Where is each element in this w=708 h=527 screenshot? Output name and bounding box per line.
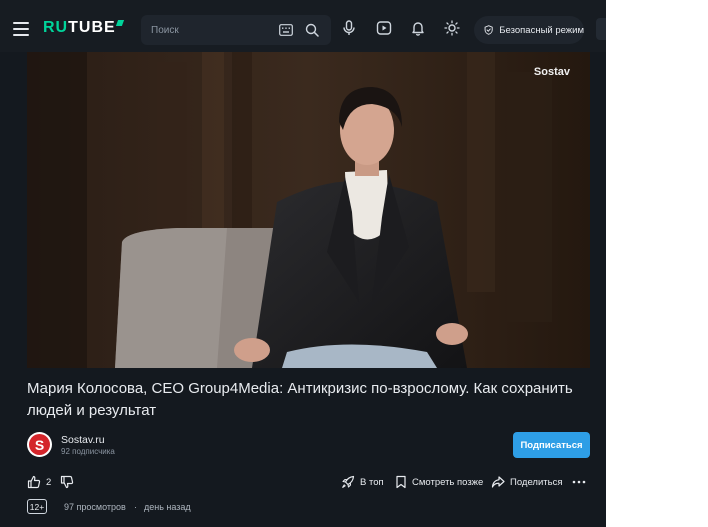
upload-icon[interactable] <box>376 20 392 36</box>
sun-icon[interactable] <box>444 20 460 36</box>
search-box <box>141 15 331 45</box>
player-watermark: Sostav <box>533 66 570 78</box>
thumbs-down-icon <box>60 475 74 489</box>
channel-name-link[interactable]: Sostav.ru <box>61 434 105 446</box>
video-title: Мария Колосова, CEO Group4Media: Антикри… <box>27 380 573 419</box>
publish-date: день назад <box>144 502 191 512</box>
video-frame-image <box>27 52 590 368</box>
watch-later-button[interactable]: Смотреть позже <box>395 473 483 491</box>
like-count: 2 <box>46 476 52 488</box>
shield-icon <box>484 25 493 35</box>
blank-area <box>606 0 708 527</box>
watch-later-label: Смотреть позже <box>412 476 484 488</box>
age-rating-badge: 12+ <box>27 499 47 514</box>
header-overflow <box>596 18 606 40</box>
dislike-button[interactable] <box>60 473 74 491</box>
bookmark-icon <box>396 475 406 489</box>
like-button[interactable]: 2 <box>27 473 51 491</box>
keyboard-icon[interactable] <box>279 24 293 36</box>
menu-icon[interactable] <box>13 22 29 36</box>
share-button[interactable]: Поделиться <box>491 473 562 491</box>
channel-avatar[interactable]: S <box>27 432 52 457</box>
video-player[interactable]: Sostav <box>27 52 590 368</box>
logo-text: RUTUBE <box>43 19 116 36</box>
thumbs-up-icon <box>27 475 41 489</box>
logo-flag-icon <box>115 20 124 26</box>
bell-icon[interactable] <box>410 20 426 36</box>
more-options-button[interactable] <box>572 473 586 491</box>
meta-separator: · <box>134 502 137 512</box>
safe-mode-button[interactable]: Безопасный режим <box>474 16 584 44</box>
rutube-logo[interactable]: RUTUBE <box>43 19 124 39</box>
rocket-icon <box>342 475 355 488</box>
subscriber-count: 92 подписчика <box>61 447 115 456</box>
microphone-icon[interactable] <box>341 20 357 36</box>
view-count: 97 просмотров <box>64 502 126 512</box>
more-icon <box>572 480 586 484</box>
to-top-button[interactable]: В топ <box>341 473 384 491</box>
share-icon <box>491 476 505 488</box>
to-top-label: В топ <box>360 476 384 488</box>
avatar-letter: S <box>29 434 50 455</box>
search-input[interactable] <box>151 15 271 45</box>
safe-mode-label: Безопасный режим <box>499 24 584 36</box>
subscribe-button[interactable]: Подписаться <box>513 432 590 458</box>
app-window: RUTUBE Поиск Безопасный режим Sostav Мар… <box>0 0 606 527</box>
search-icon[interactable] <box>305 23 319 37</box>
share-label: Поделиться <box>510 476 563 488</box>
top-header: RUTUBE Поиск Безопасный режим <box>0 0 606 52</box>
